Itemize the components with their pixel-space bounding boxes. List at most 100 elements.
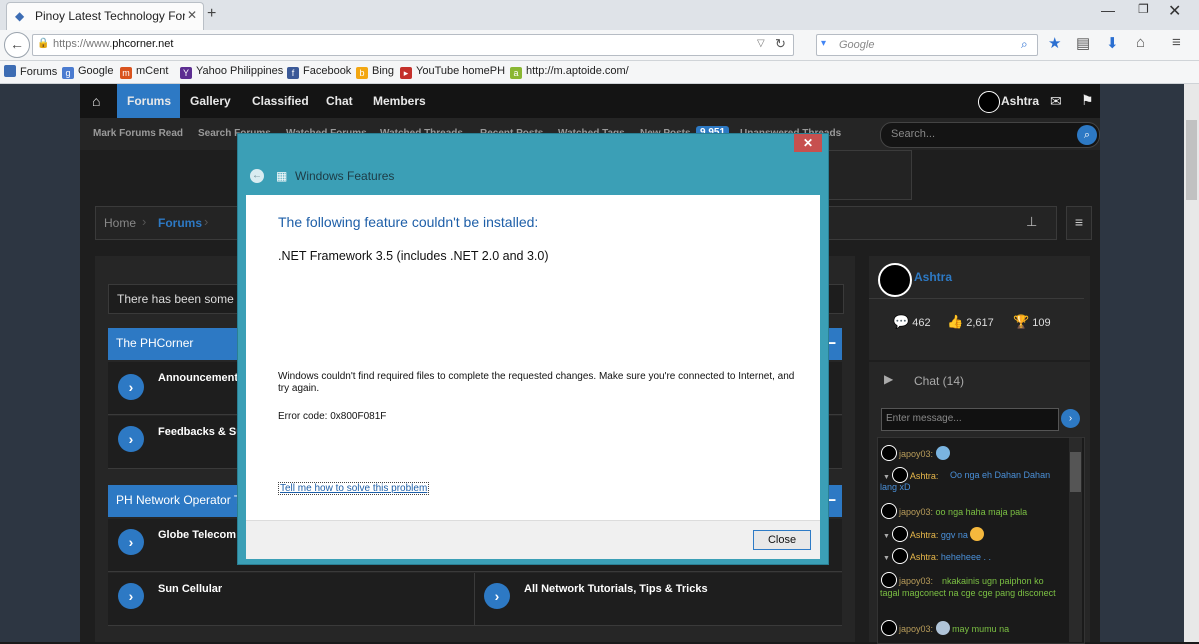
sidebar-user-name[interactable]: Ashtra [914, 270, 952, 284]
youtube-icon: ▸ [400, 67, 412, 79]
messages-stat: 💬 462 [893, 314, 931, 329]
sitemap-icon[interactable]: ⊥ [1026, 214, 1037, 230]
bookmark-facebook[interactable]: f Facebook [287, 65, 351, 79]
yahoo-icon: Y [180, 67, 192, 79]
help-link[interactable]: Tell me how to solve this problem [278, 482, 430, 495]
smiley-icon [970, 527, 985, 541]
chat-message: ▼ Ashtra: heheheee . . [883, 548, 991, 564]
envelope-icon[interactable]: ✉ [1050, 93, 1062, 110]
bookmark-star-icon[interactable]: ★ [1048, 34, 1061, 52]
bookmark-forums[interactable]: Forums [4, 65, 57, 78]
close-icon[interactable]: ✕ [794, 134, 822, 152]
chat-message: japoy03: oo nga haha maja pala [881, 503, 1027, 519]
windows-features-dialog: ✕ ← ▦ Windows Features The following fea… [238, 134, 828, 564]
tab-close-icon[interactable]: ✕ [187, 8, 197, 22]
google-icon: ▾ [821, 38, 827, 49]
search-icon[interactable]: ⌕ [1021, 37, 1028, 52]
bookmark-bing[interactable]: b Bing [356, 65, 394, 79]
nav-classified[interactable]: Classified [252, 94, 309, 108]
dialog-title: Windows Features [295, 169, 395, 183]
nav-members[interactable]: Members [373, 94, 426, 108]
home-icon[interactable]: ⌂ [92, 93, 100, 109]
browser-nav-bar: ← 🔒 https://www.phcorner.net ▽ ↻ ▾ Googl… [0, 30, 1199, 61]
browser-search-input[interactable]: ▾ Google ⌕ [816, 34, 1038, 56]
bookmark-mcent[interactable]: m mCent [120, 65, 168, 79]
menu-icon[interactable]: ≡ [1172, 34, 1181, 51]
trophies-stat: 🏆 109 [1013, 314, 1051, 329]
error-message: Windows couldn't find required files to … [278, 371, 795, 394]
bookmarks-bar: Forums g Google m mCent Y Yahoo Philippines… [0, 61, 1199, 84]
avatar [881, 445, 897, 461]
android-icon: a [510, 67, 522, 79]
speech-bubble-icon: 💬 [893, 314, 910, 329]
chat-message: japoy03: [881, 445, 950, 461]
avatar [881, 620, 897, 636]
avatar [891, 548, 908, 564]
dialog-footer: Close [246, 520, 820, 559]
back-arrow-icon[interactable]: ← [250, 169, 264, 183]
forum-name[interactable]: Announcements [158, 372, 244, 384]
category-title: PH Network Operator Tr [116, 493, 245, 507]
nav-chat[interactable]: Chat [326, 94, 353, 108]
forum-name[interactable]: Feedbacks & Su [158, 426, 243, 438]
site-search-input[interactable]: Search... ⌕ [880, 122, 1100, 148]
column-divider [474, 573, 475, 625]
forum-name[interactable]: Globe Telecom & [158, 529, 247, 541]
breadcrumb-forums[interactable]: Forums [158, 216, 202, 230]
windows-features-icon: ▦ [276, 169, 288, 183]
page-scrollbar-thumb[interactable] [1186, 120, 1197, 200]
list-item[interactable]: › Sun Cellular › All Network Tutorials, … [108, 573, 842, 626]
chat-scrollbar-thumb[interactable] [1070, 452, 1081, 492]
chevron-down-icon[interactable]: ▽ [757, 38, 765, 49]
feature-name: .NET Framework 3.5 (includes .NET 2.0 an… [278, 249, 549, 263]
window-restore-icon[interactable]: ❐ [1138, 2, 1149, 16]
bookmark-youtube[interactable]: ▸ YouTube homePH [400, 65, 505, 79]
close-button[interactable]: Close [753, 530, 811, 550]
nav-user-name[interactable]: Ashtra [1001, 94, 1039, 108]
error-code: Error code: 0x800F081F [278, 411, 387, 422]
trophy-icon: 🏆 [1013, 314, 1030, 329]
chat-title[interactable]: Chat (14) [914, 374, 964, 388]
bing-icon: b [356, 67, 368, 79]
clipboard-icon[interactable]: ▤ [1076, 34, 1090, 52]
window-minimize-icon[interactable]: — [1101, 2, 1115, 18]
window-close-icon[interactable]: ✕ [1168, 1, 1181, 21]
lock-icon: 🔒 [37, 38, 50, 49]
bookmark-yahoo[interactable]: Y Yahoo Philippines [180, 65, 283, 79]
chat-message-input[interactable]: Enter message... [881, 408, 1059, 431]
avatar[interactable] [878, 263, 912, 297]
chevron-right-icon: › [118, 426, 144, 452]
play-icon[interactable]: ▶ [884, 372, 893, 386]
chevron-right-icon: › [142, 214, 147, 229]
browser-tab[interactable]: ◆ Pinoy Latest Technology Foru... ✕ [6, 2, 204, 31]
dialog-body: The following feature couldn't be instal… [246, 195, 820, 520]
flag-icon[interactable]: ⚑ [1081, 92, 1094, 109]
chat-message-text: nkakainis ugn paiphon ko tagal magconect… [880, 576, 1056, 598]
home-icon[interactable]: ⌂ [1136, 34, 1145, 51]
download-icon[interactable]: ⬇ [1106, 34, 1119, 52]
menu-icon[interactable]: ≡ [1066, 206, 1092, 240]
chat-message: ▼ Ashtra: ggv na [883, 526, 985, 542]
chevron-right-icon: › [484, 583, 510, 609]
search-icon[interactable]: ⌕ [1077, 125, 1097, 145]
bookmark-google[interactable]: g Google [62, 65, 113, 79]
new-tab-icon[interactable]: + [207, 5, 216, 23]
folder-icon [4, 65, 16, 77]
nav-forums[interactable]: Forums [127, 94, 171, 108]
nav-gallery[interactable]: Gallery [190, 94, 231, 108]
search-placeholder: Google [839, 39, 875, 51]
reload-icon[interactable]: ↻ [775, 36, 786, 52]
likes-stat: 👍 2,617 [947, 314, 994, 329]
avatar[interactable] [978, 91, 1000, 113]
back-arrow-icon[interactable]: ← [4, 32, 30, 58]
forum-name[interactable]: All Network Tutorials, Tips & Tricks [524, 583, 708, 595]
forum-name[interactable]: Sun Cellular [158, 583, 222, 595]
bookmark-aptoide[interactable]: a http://m.aptoide.com/ [510, 65, 629, 79]
avatar [891, 526, 908, 542]
send-icon[interactable]: › [1061, 409, 1080, 428]
subnav-mark-read[interactable]: Mark Forums Read [93, 128, 183, 139]
breadcrumb-home[interactable]: Home [104, 216, 136, 230]
chat-message: japoy03: may mumu na [881, 620, 1009, 636]
address-bar[interactable]: 🔒 https://www.phcorner.net ▽ ↻ [32, 34, 794, 56]
chevron-right-icon: › [118, 583, 144, 609]
